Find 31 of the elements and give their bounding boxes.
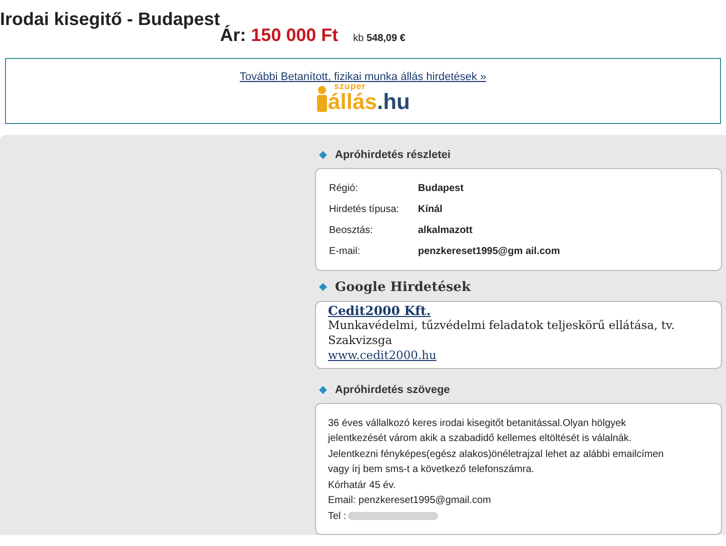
ad-text-line: Kórhatár 45 év.: [328, 478, 396, 492]
field-value: alkalmazott: [418, 224, 472, 238]
ad-description: Munkavédelmi, tűzvédelmi feladatok teljeskörű ellátása, tv. Szakvizsga: [328, 318, 676, 348]
ad-text-line: Email: penzkereset1995@gmail.com: [328, 494, 492, 508]
field-value: penzkereset1995@gm ail.com: [418, 245, 560, 259]
section-heading: Google Hirdetések: [335, 278, 471, 296]
field-value: Kínál: [418, 203, 442, 217]
section-heading: Apróhirdetés szövege: [335, 383, 450, 398]
field-label: E-mail:: [329, 245, 362, 259]
ad-text-line: Jelentkezni fényképes(egész alakos)önéletrajzal lehet az alábbi emailcímen: [328, 448, 664, 462]
field-value: Budapest: [418, 182, 464, 196]
price-label: Ár:: [220, 24, 246, 47]
field-label: Régió:: [329, 182, 359, 196]
diamond-bullet-icon: [319, 283, 327, 292]
ad-title-link[interactable]: Cedit2000 Kft.: [328, 303, 709, 318]
ad-text-line: jelentkezését várom akik a szabadidő kellemes eltöltését is válalnák.: [328, 432, 632, 446]
ad-text-line: vagy írj bem sms-t a következő telefonszámra.: [328, 463, 534, 477]
approx-price: kb 548,09 €: [353, 32, 406, 46]
field-label: Hirdetés típusa:: [329, 203, 400, 217]
ad-text-line: Tel :: [328, 510, 346, 524]
diamond-bullet-icon: [319, 386, 327, 394]
more-jobs-link[interactable]: További Betanított, fizikai munka állás hirdetések »: [240, 69, 486, 86]
ad-text-line: 36 éves vállalkozó keres irodai kisegitőt betanitással.Olyan hölgyek: [328, 416, 626, 430]
site-logo[interactable]: szuper állás.hu: [316, 86, 410, 112]
field-label: Beosztás:: [329, 224, 374, 238]
person-icon: [316, 86, 328, 112]
diamond-bullet-icon: [319, 151, 327, 160]
price-value: 150 000 Ft: [251, 24, 338, 47]
page-title: Irodai kisegitő - Budapest: [0, 10, 220, 28]
ad-url-link[interactable]: www.cedit2000.hu: [328, 348, 436, 362]
section-heading: Apróhirdetés részletei: [335, 148, 451, 163]
